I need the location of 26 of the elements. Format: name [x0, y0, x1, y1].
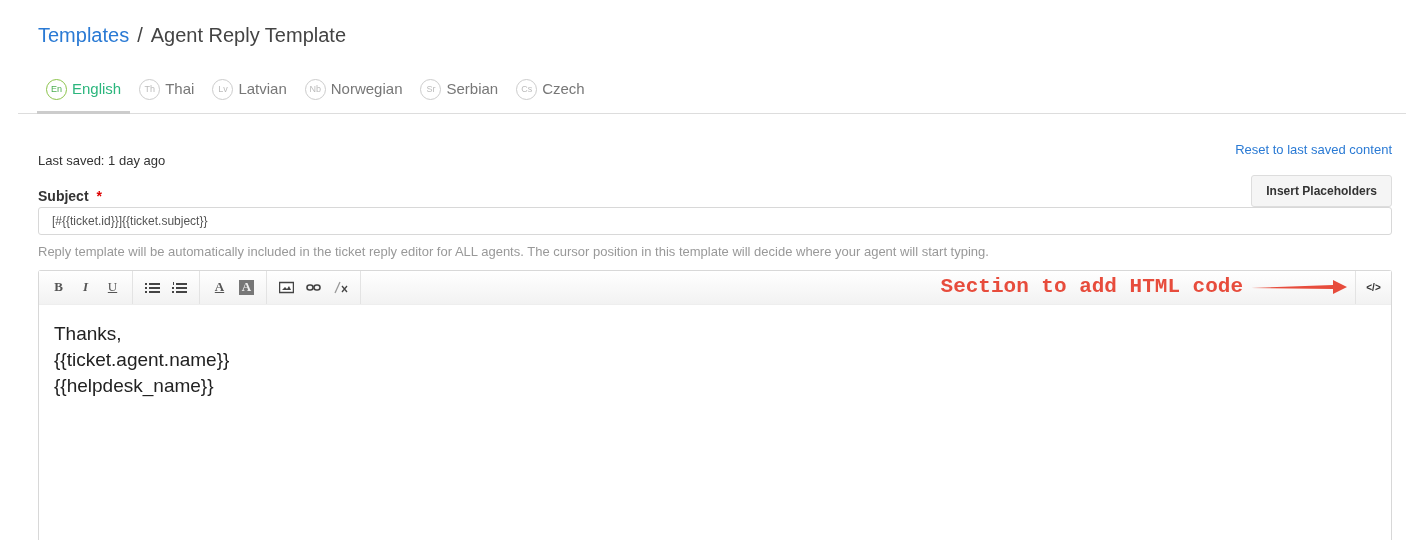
- text-color-button[interactable]: A: [206, 272, 233, 302]
- required-mark: *: [96, 187, 103, 206]
- language-tab[interactable]: Cs Czech: [507, 72, 594, 114]
- underline-button[interactable]: U: [99, 272, 126, 302]
- page-title: Agent Reply Template: [150, 23, 347, 48]
- subject-field[interactable]: [#{{ticket.id}}]{{ticket.subject}}: [38, 207, 1392, 235]
- hint-text: Reply template will be automatically included in the ticket reply editor for ALL agents. The cursor position in this template will decide where your agent will start typing.: [38, 243, 990, 261]
- editor-text-line: Thanks,: [54, 321, 123, 346]
- language-tab[interactable]: Sr Serbian: [411, 72, 508, 114]
- last-saved-text: Last saved: 1 day ago: [38, 151, 166, 170]
- subject-label: Subject: [38, 187, 89, 206]
- editor-text-line: {{ticket.agent.name}}: [54, 347, 231, 372]
- editor-text-line: {{helpdesk_name}}: [54, 373, 215, 399]
- language-tab[interactable]: Lv Latvian: [203, 72, 296, 114]
- language-tab[interactable]: Th Thai: [130, 72, 204, 114]
- annotation-text: Section to add HTML code: [940, 274, 1243, 301]
- bold-button[interactable]: B: [45, 272, 72, 302]
- insert-placeholders-button[interactable]: Insert Placeholders: [1251, 175, 1392, 207]
- breadcrumb-separator: /: [137, 23, 143, 48]
- highlight-button[interactable]: A: [239, 279, 254, 295]
- reset-link[interactable]: Reset to last saved content: [1235, 139, 1392, 159]
- language-tab[interactable]: Nb Norwegian: [295, 72, 412, 114]
- language-tab[interactable]: En English: [37, 72, 131, 114]
- breadcrumb-link[interactable]: Templates: [38, 20, 130, 72]
- italic-button[interactable]: I: [72, 272, 99, 302]
- code-view-button[interactable]: </>: [1355, 270, 1391, 304]
